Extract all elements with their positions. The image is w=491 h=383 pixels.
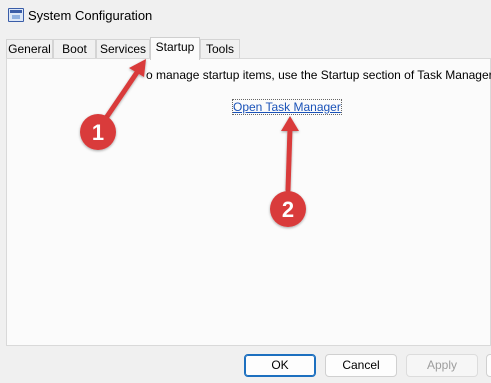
- apply-button[interactable]: Apply: [406, 354, 478, 377]
- tab-services[interactable]: Services: [96, 39, 150, 59]
- tab-tools[interactable]: Tools: [200, 39, 240, 59]
- title-bar: System Configuration: [0, 0, 491, 32]
- tab-general[interactable]: General: [6, 39, 53, 59]
- cancel-button[interactable]: Cancel: [325, 354, 397, 377]
- startup-message: o manage startup items, use the Startup …: [146, 68, 491, 82]
- open-task-manager-link[interactable]: Open Task Manager: [232, 99, 342, 115]
- system-configuration-icon: [8, 8, 24, 22]
- help-button[interactable]: [486, 354, 491, 377]
- ok-button[interactable]: OK: [244, 354, 316, 377]
- tab-startup[interactable]: Startup: [150, 37, 200, 60]
- tab-boot[interactable]: Boot: [53, 39, 96, 59]
- window-title: System Configuration: [28, 8, 153, 23]
